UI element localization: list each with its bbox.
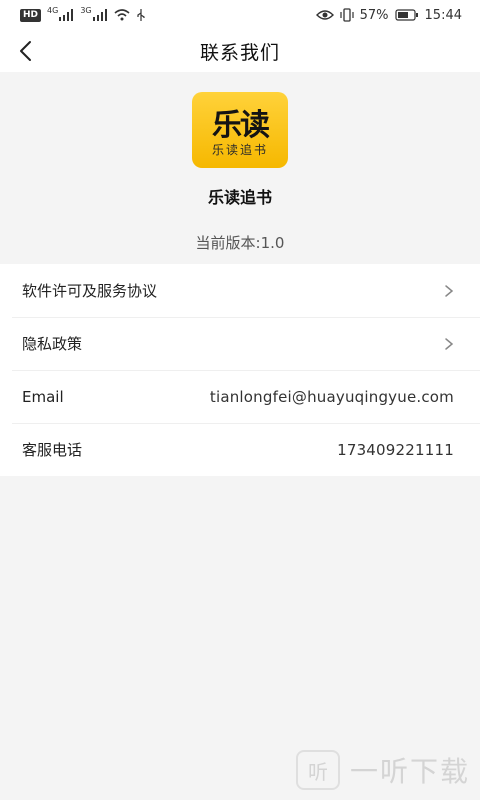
status-right: 57% 15:44 [315, 7, 462, 23]
signal-4g-label: 4G [47, 5, 59, 15]
wifi-icon [114, 9, 130, 21]
status-left: HD 4G 3G [20, 5, 146, 22]
row-label: 客服电话 [22, 441, 83, 459]
app-bar: 联系我们 [0, 30, 480, 72]
row-label: Email [22, 387, 64, 406]
contact-list: 软件许可及服务协议 隐私政策 Email tianlongfei@huayuqi… [0, 264, 480, 476]
watermark: 听 一听下载 [295, 750, 470, 790]
app-info-header: 乐读 乐读追书 乐读追书 当前版本:1.0 [0, 72, 480, 264]
app-name: 乐读追书 [207, 188, 272, 207]
phone-value[interactable]: 173409221111 [337, 441, 454, 459]
email-value[interactable]: tianlongfei@huayuqingyue.com [210, 388, 454, 406]
battery-percent: 57% [359, 7, 389, 23]
row-email[interactable]: Email tianlongfei@huayuqingyue.com [0, 370, 480, 423]
chevron-right-icon [445, 284, 454, 297]
row-label: 隐私政策 [22, 335, 83, 353]
logo-sub-text: 乐读追书 [211, 143, 268, 157]
eye-icon [315, 9, 334, 21]
hd-badge: HD [20, 8, 42, 22]
signal-3g-label: 3G [80, 5, 92, 15]
logo-main-text: 乐读 [212, 108, 270, 143]
usb-icon [136, 9, 146, 21]
back-button[interactable] [12, 38, 38, 64]
vibrate-icon [340, 8, 354, 22]
battery-icon [394, 9, 419, 21]
watermark-text: 一听下载 [349, 755, 470, 788]
page-title: 联系我们 [199, 41, 280, 64]
app-version: 当前版本:1.0 [195, 234, 285, 252]
clock: 15:44 [424, 7, 462, 23]
row-license-agreement[interactable]: 软件许可及服务协议 [0, 264, 480, 317]
row-privacy-policy[interactable]: 隐私政策 [0, 317, 480, 370]
signal-4g-icon: 4G [47, 5, 74, 21]
row-label: 软件许可及服务协议 [22, 282, 158, 300]
chevron-right-icon [445, 337, 454, 350]
signal-3g-icon: 3G [80, 5, 107, 21]
row-phone[interactable]: 客服电话 173409221111 [0, 423, 480, 476]
status-bar: HD 4G 3G 57% 15:44 [0, 0, 480, 30]
chevron-left-icon [20, 41, 31, 61]
app-logo: 乐读 乐读追书 [192, 92, 288, 168]
watermark-logo-icon: 听 [295, 750, 340, 790]
